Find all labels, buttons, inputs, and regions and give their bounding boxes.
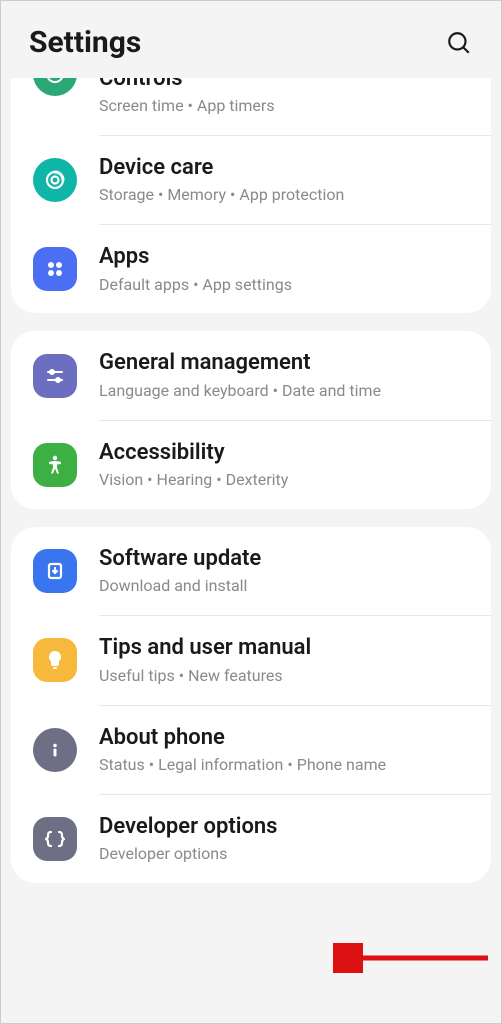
search-icon	[446, 30, 472, 56]
row-text: General management Language and keyboard…	[99, 349, 469, 401]
settings-row-accessibility[interactable]: Accessibility Vision • Hearing • Dexteri…	[11, 421, 491, 509]
row-title: Device care	[99, 154, 469, 182]
row-subtitle: Default apps • App settings	[99, 275, 469, 296]
settings-row-tips[interactable]: Tips and user manual Useful tips • New f…	[11, 616, 491, 704]
row-title: Accessibility	[99, 439, 469, 467]
row-text: About phone Status • Legal information •…	[99, 724, 469, 776]
settings-header: Settings	[1, 1, 501, 78]
settings-row-wellbeing[interactable]: Controls Screen time • App timers	[11, 78, 491, 135]
wellbeing-icon	[33, 78, 77, 96]
download-icon	[33, 549, 77, 593]
settings-row-apps[interactable]: Apps Default apps • App settings	[11, 225, 491, 313]
row-subtitle: Storage • Memory • App protection	[99, 185, 469, 206]
row-title: Controls	[99, 78, 469, 92]
sliders-icon	[33, 354, 77, 398]
settings-group-2: General management Language and keyboard…	[11, 331, 491, 509]
row-text: Device care Storage • Memory • App prote…	[99, 154, 469, 206]
settings-row-device-care[interactable]: Device care Storage • Memory • App prote…	[11, 136, 491, 224]
code-icon	[33, 817, 77, 861]
apps-icon	[33, 247, 77, 291]
search-button[interactable]	[445, 29, 473, 57]
settings-group-1: Controls Screen time • App timers Device…	[11, 78, 491, 313]
row-subtitle: Vision • Hearing • Dexterity	[99, 470, 469, 491]
row-subtitle: Status • Legal information • Phone name	[99, 755, 469, 776]
page-title: Settings	[29, 25, 141, 60]
row-title: Developer options	[99, 813, 469, 841]
settings-row-about-phone[interactable]: About phone Status • Legal information •…	[11, 706, 491, 794]
row-subtitle: Useful tips • New features	[99, 666, 469, 687]
row-title: About phone	[99, 724, 469, 752]
row-title: Tips and user manual	[99, 634, 469, 662]
row-subtitle: Language and keyboard • Date and time	[99, 381, 469, 402]
row-subtitle: Download and install	[99, 576, 469, 597]
row-subtitle: Screen time • App timers	[99, 96, 469, 117]
row-title: Apps	[99, 243, 469, 271]
annotation-arrow	[333, 943, 493, 973]
row-text: Tips and user manual Useful tips • New f…	[99, 634, 469, 686]
settings-group-3: Software update Download and install Tip…	[11, 527, 491, 883]
row-text: Accessibility Vision • Hearing • Dexteri…	[99, 439, 469, 491]
settings-row-general-management[interactable]: General management Language and keyboard…	[11, 331, 491, 419]
row-text: Software update Download and install	[99, 545, 469, 597]
row-text: Apps Default apps • App settings	[99, 243, 469, 295]
info-icon	[33, 728, 77, 772]
device-care-icon	[33, 158, 77, 202]
settings-row-software-update[interactable]: Software update Download and install	[11, 527, 491, 615]
row-text: Developer options Developer options	[99, 813, 469, 865]
row-subtitle: Developer options	[99, 844, 469, 865]
row-title: Software update	[99, 545, 469, 573]
row-text: Controls Screen time • App timers	[99, 78, 469, 117]
row-title: General management	[99, 349, 469, 377]
lightbulb-icon	[33, 638, 77, 682]
settings-row-developer-options[interactable]: Developer options Developer options	[11, 795, 491, 883]
accessibility-icon	[33, 443, 77, 487]
